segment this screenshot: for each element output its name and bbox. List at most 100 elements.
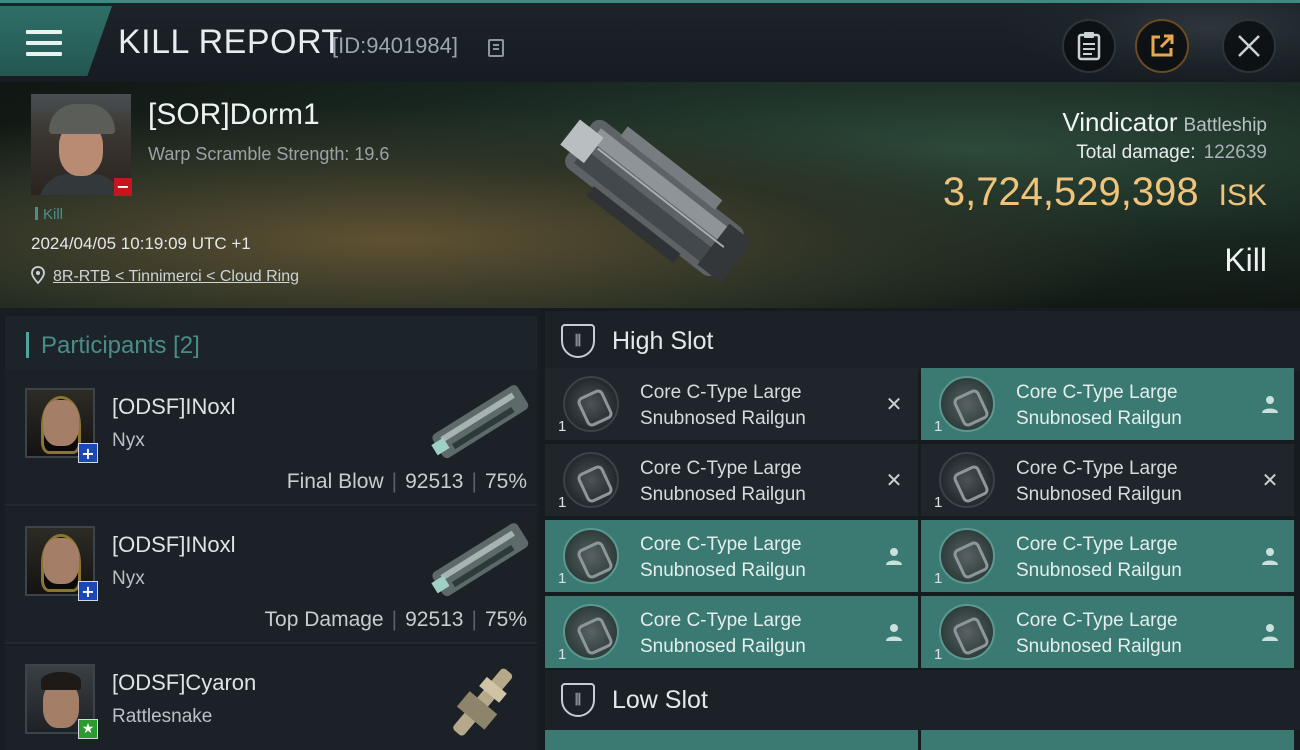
participant-damage: 92513	[405, 608, 464, 631]
victim-ship-image	[560, 119, 754, 284]
person-icon	[1262, 396, 1278, 413]
railgun-icon	[563, 376, 619, 432]
participant-stats: Final Blow | 92513 | 75%	[286, 470, 527, 493]
railgun-icon	[939, 528, 995, 584]
close-icon	[1238, 35, 1260, 57]
module-quantity: 1	[934, 494, 943, 511]
participant-name: [ODSF]INoxl	[112, 532, 236, 557]
participant-ship: Nyx	[112, 568, 145, 589]
module-name: Core C-Type Large Snubnosed Railgun	[640, 534, 806, 581]
total-damage-label: Total damage:	[1076, 142, 1196, 163]
module-name: Core C-Type Large Snubnosed Railgun	[1016, 458, 1182, 505]
destroyed-icon: ✕	[1261, 468, 1279, 492]
module-item[interactable]: 1 Core C-Type Large Snubnosed Railgun	[921, 520, 1294, 592]
person-icon	[1262, 624, 1278, 641]
module-item[interactable]: 1 Core C-Type Large Snubnosed Railgun ✕	[921, 444, 1294, 516]
share-icon	[1151, 34, 1174, 57]
module-name: Core C-Type Large Snubnosed Railgun	[640, 458, 806, 505]
person-icon	[1262, 548, 1278, 565]
participant-ship: Rattlesnake	[112, 706, 213, 727]
destroyed-icon: ✕	[885, 468, 903, 492]
module-item[interactable]	[921, 730, 1294, 750]
location-link[interactable]: 8R-RTB < Tinnimerci < Cloud Ring	[53, 268, 299, 286]
participant-name: [ODSF]Cyaron	[112, 670, 257, 695]
railgun-icon	[563, 528, 619, 584]
kill-tag: Kill	[35, 206, 63, 223]
participants-panel: Participants [2] + [ODSF]INoxl Nyx Final…	[0, 308, 540, 750]
participant-role: Top Damage	[264, 608, 384, 631]
ship-name: Vindicator	[1062, 107, 1178, 137]
destroyed-icon: ✕	[885, 392, 903, 416]
report-id: [ID:9401984]	[332, 33, 458, 58]
module-quantity: 1	[558, 418, 567, 435]
railgun-icon	[563, 604, 619, 660]
module-name: Core C-Type Large Snubnosed Railgun	[1016, 534, 1182, 581]
high-slot-label: High Slot	[612, 327, 714, 355]
participant-row[interactable]: + [ODSF]INoxl Nyx Top Damage | 92513 | 75%	[5, 508, 537, 644]
module-item[interactable]: 1 Core C-Type Large Snubnosed Railgun	[921, 368, 1294, 440]
module-quantity: 1	[934, 646, 943, 663]
railgun-icon	[939, 604, 995, 660]
module-quantity: 1	[558, 494, 567, 511]
standing-star-badge: ★	[78, 719, 98, 739]
total-damage-value: 122639	[1203, 142, 1267, 163]
railgun-icon	[939, 452, 995, 508]
hostile-standing-badge: −	[114, 178, 132, 196]
victim-ship-name: Vindicator Battleship	[1062, 107, 1267, 138]
railgun-icon	[939, 376, 995, 432]
participant-row[interactable]: ★ [ODSF]Cyaron Rattlesnake	[5, 646, 537, 750]
module-item[interactable]: 1 Core C-Type Large Snubnosed Railgun	[545, 596, 918, 668]
person-icon	[886, 624, 902, 641]
module-quantity: 1	[558, 570, 567, 587]
module-item[interactable]: 1 Core C-Type Large Snubnosed Railgun ✕	[545, 368, 918, 440]
participant-ship: Nyx	[112, 430, 145, 451]
module-item[interactable]	[545, 730, 918, 750]
victim-summary: − [SOR]Dorm1 Warp Scramble Strength: 19.…	[0, 82, 1300, 308]
share-button[interactable]	[1135, 19, 1189, 73]
high-slot-header: ⫼ High Slot	[545, 311, 1300, 371]
module-item[interactable]: 1 Core C-Type Large Snubnosed Railgun	[921, 596, 1294, 668]
participant-ship-image	[431, 523, 529, 597]
standing-plus-badge: +	[78, 443, 98, 463]
module-name: Core C-Type Large Snubnosed Railgun	[1016, 382, 1182, 429]
participant-name: [ODSF]INoxl	[112, 394, 236, 419]
participant-row[interactable]: + [ODSF]INoxl Nyx Final Blow | 92513 | 75%	[5, 370, 537, 506]
total-damage: Total damage: 122639	[1076, 142, 1267, 164]
high-slot-icon: ⫼	[561, 324, 595, 358]
close-button[interactable]	[1222, 19, 1276, 73]
standing-plus-badge: +	[78, 581, 98, 601]
low-slot-header: ⫼ Low Slot	[545, 670, 1300, 730]
participant-damage: 92513	[405, 470, 464, 493]
module-quantity: 1	[558, 646, 567, 663]
warp-scramble-strength: Warp Scramble Strength: 19.6	[148, 144, 390, 164]
participant-stats: Top Damage | 92513 | 75%	[264, 608, 527, 631]
participants-header: Participants [2]	[5, 316, 537, 374]
participant-ship-image	[431, 385, 529, 459]
victim-name[interactable]: [SOR]Dorm1	[148, 98, 320, 132]
location-pin-icon	[31, 266, 45, 284]
module-name: Core C-Type Large Snubnosed Railgun	[1016, 610, 1182, 657]
hamburger-icon	[26, 30, 62, 58]
module-quantity: 1	[934, 418, 943, 435]
participant-role: Final Blow	[286, 470, 384, 493]
isk-currency: ISK	[1218, 179, 1267, 212]
low-slot-label: Low Slot	[612, 686, 708, 714]
copy-icon[interactable]	[488, 39, 504, 57]
module-name: Core C-Type Large Snubnosed Railgun	[640, 610, 806, 657]
clipboard-button[interactable]	[1062, 19, 1116, 73]
participant-percent: 75%	[484, 608, 527, 631]
low-slot-icon: ⫼	[561, 683, 595, 717]
title-bar: KILL REPORT [ID:9401984]	[0, 0, 1300, 85]
isk-value: 3,724,529,398 ISK	[943, 170, 1267, 215]
participant-percent: 75%	[484, 470, 527, 493]
module-item[interactable]: 1 Core C-Type Large Snubnosed Railgun	[545, 520, 918, 592]
module-name: Core C-Type Large Snubnosed Railgun	[640, 382, 806, 429]
kill-datetime: 2024/04/05 10:19:09 UTC +1	[31, 234, 251, 253]
clipboard-icon	[1077, 32, 1101, 61]
menu-button[interactable]	[0, 6, 112, 76]
page-title: KILL REPORT	[118, 23, 343, 61]
report-result: Kill	[1224, 242, 1267, 278]
ship-class: Battleship	[1183, 115, 1267, 136]
railgun-icon	[563, 452, 619, 508]
module-item[interactable]: 1 Core C-Type Large Snubnosed Railgun ✕	[545, 444, 918, 516]
